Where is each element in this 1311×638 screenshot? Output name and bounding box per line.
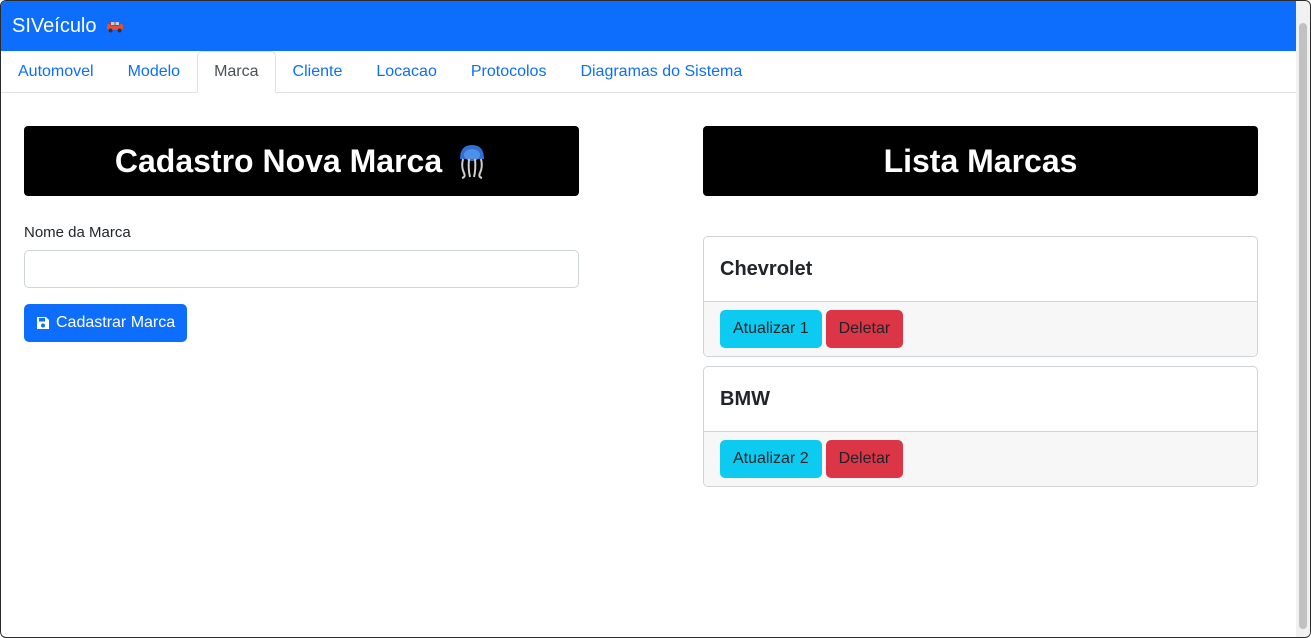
nav-tabs: Automovel Modelo Marca Cliente Locacao P… bbox=[1, 51, 1297, 93]
form-title: Cadastro Nova Marca bbox=[24, 126, 579, 196]
tab-automovel[interactable]: Automovel bbox=[1, 51, 111, 93]
brand-card: BMW Atualizar 2 Deletar bbox=[703, 366, 1258, 487]
brand[interactable]: SIVeículo bbox=[12, 15, 125, 38]
brand-list-section: Lista Marcas Chevrolet Atualizar 1 Delet… bbox=[703, 126, 1258, 496]
form-title-text: Cadastro Nova Marca bbox=[114, 142, 443, 179]
tab-diagramas[interactable]: Diagramas do Sistema bbox=[563, 51, 759, 93]
delete-button[interactable]: Deletar bbox=[825, 440, 904, 478]
navbar: SIVeículo bbox=[1, 1, 1310, 51]
submit-brand-button[interactable]: Cadastrar Marca bbox=[24, 304, 188, 342]
list-title: Lista Marcas bbox=[703, 126, 1258, 196]
tab-locacao[interactable]: Locacao bbox=[359, 51, 454, 93]
tab-marca[interactable]: Marca bbox=[197, 51, 276, 93]
brand-card: Chevrolet Atualizar 1 Deletar bbox=[703, 236, 1258, 357]
brand-name-input[interactable] bbox=[24, 250, 579, 288]
submit-brand-label: Cadastrar Marca bbox=[56, 314, 176, 331]
tab-cliente[interactable]: Cliente bbox=[276, 51, 360, 93]
brand-form-section: Cadastro Nova Marca Nome da Marca Cadast… bbox=[24, 126, 579, 342]
jellyfish-icon bbox=[460, 145, 485, 179]
brand-name-label: Nome da Marca bbox=[24, 224, 131, 241]
brand-card-actions: Atualizar 2 Deletar bbox=[704, 431, 1257, 486]
vertical-scrollbar[interactable] bbox=[1296, 1, 1310, 637]
tab-modelo[interactable]: Modelo bbox=[111, 51, 197, 93]
app-window: SIVeículo Automovel Modelo Marca Cliente… bbox=[0, 0, 1311, 638]
save-icon bbox=[37, 317, 49, 329]
brand-card-name: Chevrolet bbox=[720, 257, 813, 280]
brand-card-name: BMW bbox=[720, 387, 770, 410]
car-icon bbox=[106, 21, 123, 33]
delete-button[interactable]: Deletar bbox=[825, 310, 904, 348]
list-title-text: Lista Marcas bbox=[883, 142, 1078, 179]
scrollbar-thumb[interactable] bbox=[1299, 23, 1307, 629]
brand-label: SIVeículo bbox=[12, 14, 97, 37]
tab-protocolos[interactable]: Protocolos bbox=[454, 51, 564, 93]
update-button[interactable]: Atualizar 2 bbox=[720, 440, 822, 478]
brand-card-actions: Atualizar 1 Deletar bbox=[704, 301, 1257, 356]
update-button[interactable]: Atualizar 1 bbox=[720, 310, 822, 348]
